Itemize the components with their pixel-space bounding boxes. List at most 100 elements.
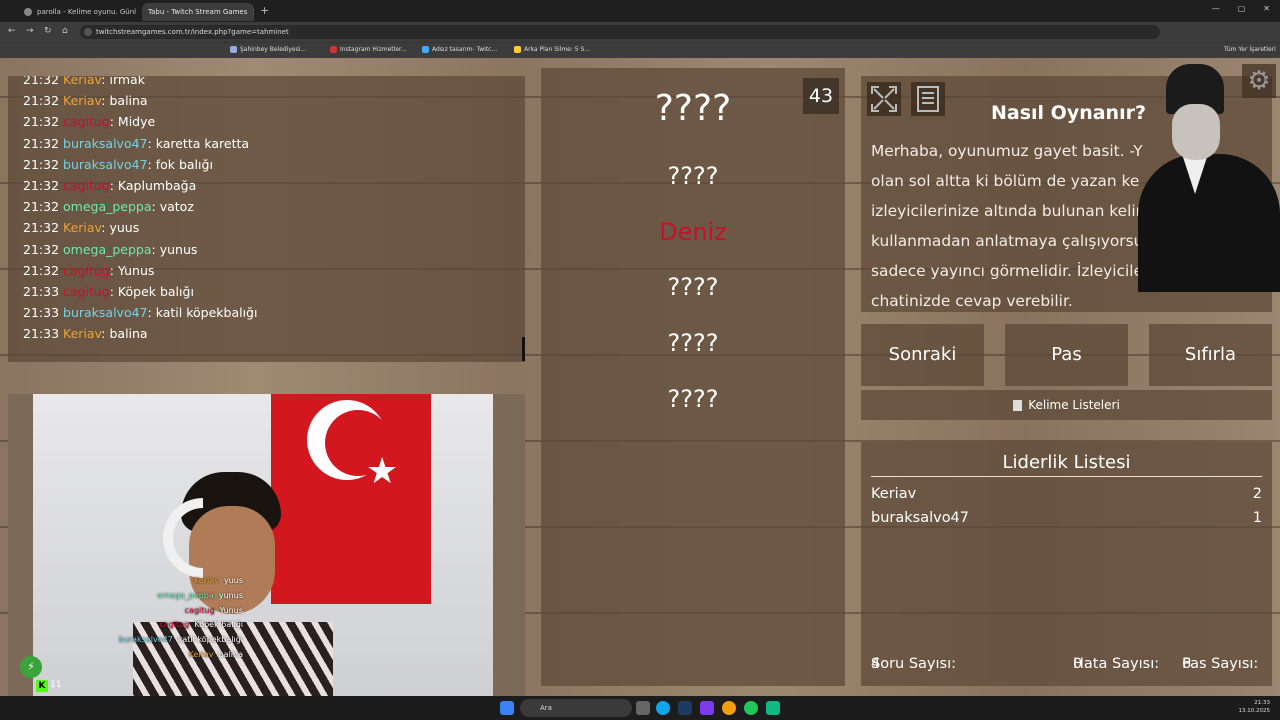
spotify-icon[interactable] [744,701,758,715]
new-tab-icon[interactable]: + [260,4,269,17]
chat-message: 21:32 cagitug: Midye [23,114,156,130]
chat-message: 21:32 cagitug: Yunus [23,262,155,278]
site-info-icon[interactable] [84,28,92,36]
close-window-icon[interactable]: ✕ [1263,4,1270,13]
chat-message: 21:32 omega_peppa: vatoz [23,199,194,215]
message-time: 21:33 [23,284,60,300]
fullscreen-button[interactable] [867,82,901,116]
chat-scrollbar[interactable] [522,337,525,361]
pass-button[interactable]: Pas [1005,324,1128,386]
message-time: 21:32 [23,178,60,194]
edge-icon[interactable] [656,701,670,715]
word-slot: ???? [654,88,732,129]
message-text: yunus [159,241,198,257]
overlay-chat-line: cagitug Yunus [184,605,243,615]
back-icon[interactable]: ← [8,26,16,36]
tab-title: parolla - Kelime oyunu. Günlük... [37,8,136,16]
taskbar-search[interactable]: Ara [520,699,632,717]
leaderboard-row: buraksalvo47 1 [871,510,1262,526]
maximize-icon[interactable]: ▢ [1238,4,1246,13]
url-field[interactable]: twitchstreamgames.com.tr/index.php?game=… [80,25,1160,39]
message-text: Kaplumbağa [117,178,197,194]
chat-message: 21:32 Keriav: yuus [23,220,140,236]
document-icon [917,86,939,112]
rules-button[interactable] [911,82,945,116]
message-user[interactable]: omega_peppa [63,242,152,257]
next-button[interactable]: Sonraki [861,324,984,386]
leaderboard-panel: Liderlik Listesi Keriav 2 buraksalvo47 1… [861,442,1272,686]
forward-icon[interactable]: → [26,26,34,36]
word-slot: ???? [667,162,719,190]
overlay-chat-line: buraksalvo47 katil köpekbalığı [118,635,243,645]
portrait-overlay-image [1138,58,1280,292]
leaderboard-row: Keriav 2 [871,486,1262,502]
message-time: 21:32 [23,114,60,130]
system-clock[interactable]: 21:33 13.10.2025 [1239,699,1271,715]
search-placeholder: Ara [540,704,552,712]
message-user[interactable]: buraksalvo47 [63,136,148,151]
task-view-icon[interactable] [636,701,650,715]
viewer-count: 11 [50,680,62,690]
message-user[interactable]: buraksalvo47 [63,305,148,320]
reload-icon[interactable]: ↻ [44,26,52,36]
minimize-icon[interactable]: — [1212,4,1220,13]
word-slot-active: Deniz [659,218,727,246]
message-text: yuus [109,220,140,236]
message-user[interactable]: cagitug [63,178,110,193]
browser-tab-tabu[interactable]: Tabu - Twitch Stream Games ✕ [142,3,254,21]
message-user[interactable]: Keriav [63,220,101,235]
window-controls: — ▢ ✕ [1212,4,1270,13]
discord-icon[interactable] [700,701,714,715]
message-user[interactable]: Keriav [63,76,101,87]
chat-message: 21:32 buraksalvo47: fok balığı [23,156,213,172]
bookmark-item[interactable]: Arka Plan Silme: 5 S... [514,46,590,53]
bookmark-item[interactable]: Adsız tasarım- Twitc... [422,46,497,53]
word-lists-button[interactable]: Kelime Listeleri [861,390,1272,420]
message-text: karetta karetta [155,135,250,151]
message-user[interactable]: Keriav [63,93,101,108]
message-user[interactable]: cagitug [63,114,110,129]
message-text: fok balığı [155,156,213,172]
chat-message: 21:33 cagitug: Köpek balığı [23,284,194,300]
game-page: 21:32 Keriav: ırmak 21:32 Keriav: balina 2… [0,58,1280,696]
message-time: 21:33 [23,305,60,321]
home-icon[interactable]: ⌂ [62,26,68,36]
message-text: ırmak [109,76,145,87]
message-time: 21:32 [23,241,60,257]
message-user[interactable]: omega_peppa [63,199,152,214]
player-score: 2 [1252,486,1262,502]
message-time: 21:32 [23,262,60,278]
address-bar-row: ← → ↻ ⌂ twitchstreamgames.com.tr/index.p… [0,22,1280,42]
kick-logo-icon: K [36,680,48,692]
message-user[interactable]: cagitug [63,284,110,299]
kick-app-icon[interactable] [766,701,780,715]
webcam-feed: ★ Keriav yuus omega_peppa yunus cagitug Yu… [33,394,493,696]
divider [871,476,1262,477]
message-time: 21:32 [23,76,60,87]
close-tab-icon[interactable]: ✕ [252,8,254,17]
chrome-icon[interactable] [722,701,736,715]
steam-icon[interactable] [678,701,692,715]
word-slot: ???? [667,329,719,357]
message-user[interactable]: Keriav [63,326,101,341]
leaderboard-title: Liderlik Listesi [1002,452,1131,473]
message-text: katil köpekbalığı [155,305,258,321]
browser-tab-parolla[interactable]: parolla - Kelime oyunu. Günlük... ✕ [18,3,136,21]
word-slot: ???? [667,273,719,301]
start-icon[interactable] [500,701,514,715]
player-name: buraksalvo47 [871,510,970,526]
bookmark-item[interactable]: Instagram Hizmetler... [330,46,407,53]
message-user[interactable]: cagitug [63,263,110,278]
message-text: vatoz [159,199,194,215]
message-time: 21:32 [23,199,60,215]
bookmark-item[interactable]: Şahinbey Belediyesi... [230,46,306,53]
overlay-chat-line: Keriav yuus [193,576,243,585]
chat-overlay: Keriav yuus omega_peppa yunus cagitug Yunu… [83,574,243,663]
reset-button[interactable]: Sıfırla [1149,324,1272,386]
player-score: 1 [1252,510,1262,526]
message-text: Köpek balığı [117,284,194,300]
message-user[interactable]: buraksalvo47 [63,157,148,172]
url-text: twitchstreamgames.com.tr/index.php?game=… [96,28,289,36]
all-bookmarks[interactable]: Tüm Yer İşaretleri [1224,46,1276,53]
chat-message: 21:33 Keriav: balina [23,326,148,342]
